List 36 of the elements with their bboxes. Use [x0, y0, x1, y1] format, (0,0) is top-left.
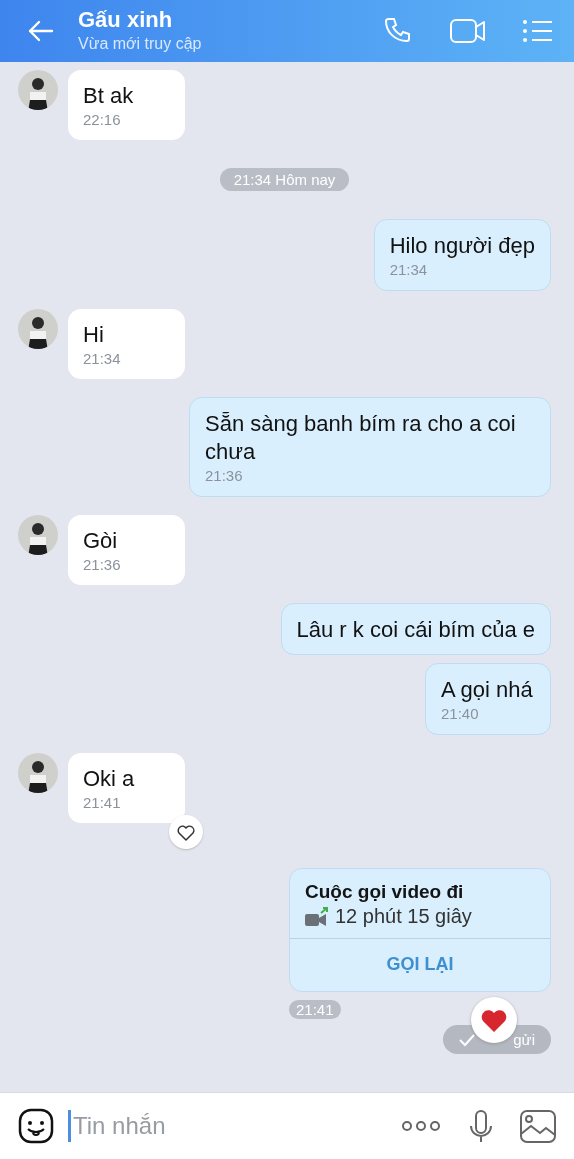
check-icon [459, 1032, 476, 1047]
message-time: 21:41 [83, 793, 122, 813]
message-time: 21:34 [83, 349, 122, 369]
avatar [18, 753, 58, 793]
avatar [18, 70, 58, 110]
message-text: Sẵn sàng banh bím ra cho a coi chưa [205, 410, 517, 466]
message-time: 21:40 [441, 704, 480, 724]
image-icon[interactable] [520, 1109, 556, 1143]
message-text: Oki a [83, 765, 136, 793]
mic-icon[interactable] [470, 1109, 492, 1143]
message-time: 21:36 [83, 555, 122, 575]
heart-icon [480, 1007, 509, 1033]
message-time: 21:41 [289, 1000, 341, 1019]
contact-name: Gấu xinh [78, 7, 174, 33]
call-title: Cuộc gọi video đi [304, 880, 465, 904]
more-icon[interactable] [402, 1121, 440, 1131]
emoji-icon[interactable] [18, 1108, 54, 1144]
message-time: 21:34 [389, 260, 429, 280]
heart-icon [176, 822, 196, 842]
react-button[interactable] [169, 815, 203, 849]
message-text: Hilo người đẹp [389, 232, 535, 260]
avatar [18, 309, 58, 349]
call-back-button[interactable]: GỌI LẠI [290, 938, 550, 991]
message-time: 21:36 [205, 466, 244, 486]
date-separator: 21:34 Hôm nay [219, 168, 350, 191]
message-text: Hi [83, 321, 105, 349]
message-text: A gọi nhá [441, 676, 534, 704]
message-time: 22:16 [83, 110, 122, 130]
message-text: Lâu r k coi cái bím của e [296, 616, 535, 644]
video-call-icon [305, 907, 328, 926]
message-text: Gòi [83, 527, 119, 555]
message-input[interactable]: Tin nhắn [68, 1110, 392, 1142]
message-text: Bt ak [83, 82, 135, 110]
call-duration: 12 phút 15 giây [335, 905, 472, 928]
contact-status: Vừa mới truy cập [78, 34, 203, 54]
avatar [18, 515, 58, 555]
